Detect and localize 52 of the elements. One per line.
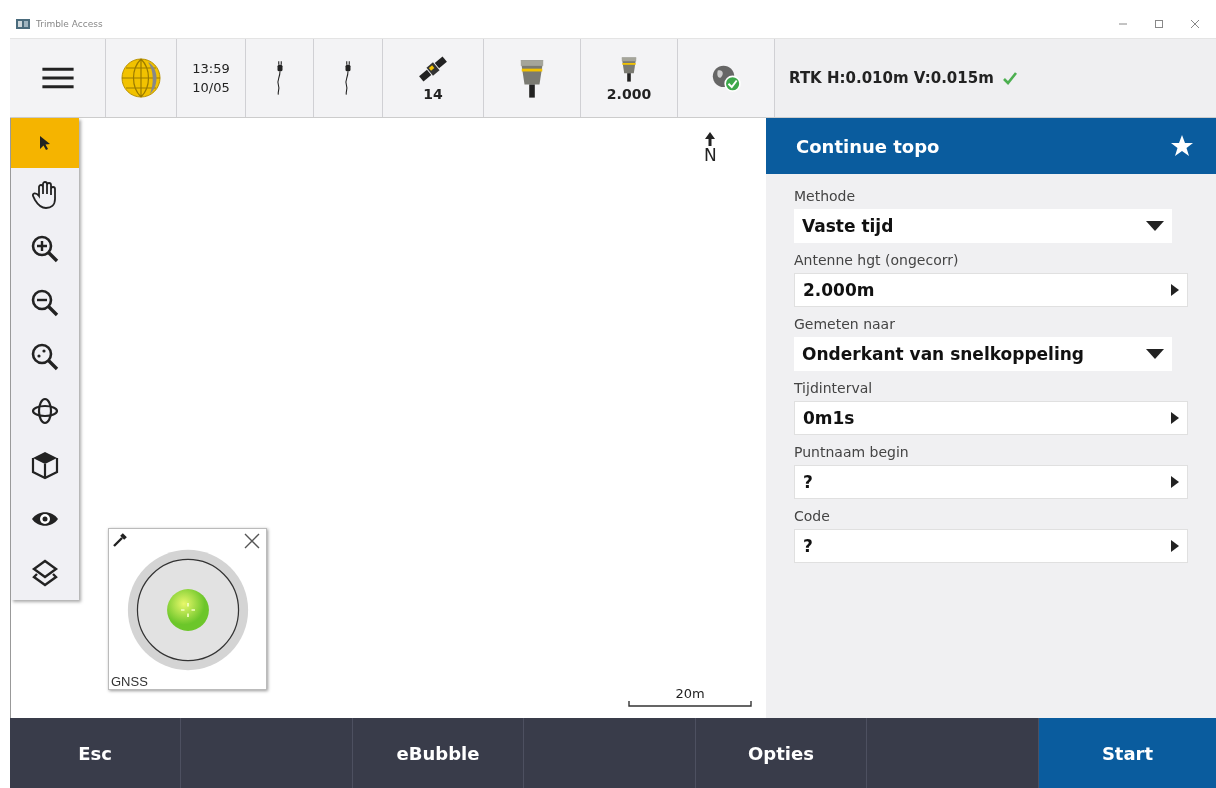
zoom-in-icon (30, 234, 60, 264)
field-label: Puntnaam begin (794, 444, 910, 460)
date-text: 10/05 (192, 79, 230, 96)
power-plug-icon[interactable] (274, 60, 285, 96)
satellite-icon (416, 54, 450, 84)
close-icon[interactable] (244, 533, 260, 549)
globe-icon[interactable] (120, 57, 162, 99)
wrench-icon[interactable] (113, 533, 127, 547)
close-icon[interactable] (1190, 19, 1200, 29)
field-label: Methode (794, 188, 857, 204)
dropdown-field[interactable]: Vaste tijd (794, 209, 1172, 243)
field-label: Code (794, 508, 831, 524)
arrow-right-icon (1171, 540, 1179, 552)
north-label: N (704, 146, 717, 164)
maximize-icon[interactable] (1154, 19, 1164, 29)
antenna-height-button[interactable]: 2.000 (581, 39, 678, 117)
start-button[interactable]: Start (1039, 718, 1216, 788)
layers-icon (30, 558, 60, 588)
satellites-button[interactable]: 14 (383, 39, 484, 117)
arrow-right-icon (1171, 412, 1179, 424)
cube-icon (30, 450, 60, 480)
satellite-count: 14 (423, 86, 443, 102)
arrow-right-icon (1171, 476, 1179, 488)
datetime-button[interactable]: 13:59 10/05 (177, 39, 246, 117)
north-arrow-icon (704, 132, 717, 146)
scale-bar-icon (628, 701, 752, 707)
bubble-label: GNSS (111, 674, 148, 689)
star-icon[interactable] (1170, 134, 1194, 158)
power-plug-icon[interactable] (343, 60, 353, 96)
window-title: Trimble Access (36, 19, 103, 29)
panel-title: Continue topo (796, 135, 940, 157)
input-field[interactable]: 0m1s (794, 401, 1188, 435)
orbit-icon (30, 396, 60, 426)
zoom-extents-icon (30, 342, 60, 372)
dropdown-caret-icon (1146, 221, 1164, 231)
input-field[interactable]: ? (794, 529, 1188, 563)
time-text: 13:59 (192, 60, 230, 77)
zoom-out-icon (30, 288, 60, 318)
input-field[interactable]: 2.000m (794, 273, 1188, 307)
globe-check-icon[interactable] (711, 64, 741, 92)
antenna-height-value: 2.000 (606, 86, 652, 102)
scale-label: 20m (675, 686, 705, 701)
menu-icon (39, 65, 76, 91)
arrow-right-icon (1171, 284, 1179, 296)
field-label: Antenne hgt (ongecorr) (794, 252, 960, 268)
dropdown-field[interactable]: Onderkant van snelkoppeling (794, 337, 1172, 371)
rtk-precision: RTK H:0.010m V:0.015m (789, 69, 994, 87)
app-icon (16, 19, 30, 29)
input-field[interactable]: ? (794, 465, 1188, 499)
dropdown-caret-icon (1146, 349, 1164, 359)
field-label: Tijdinterval (794, 380, 874, 396)
field-label: Gemeten naar (794, 316, 896, 332)
